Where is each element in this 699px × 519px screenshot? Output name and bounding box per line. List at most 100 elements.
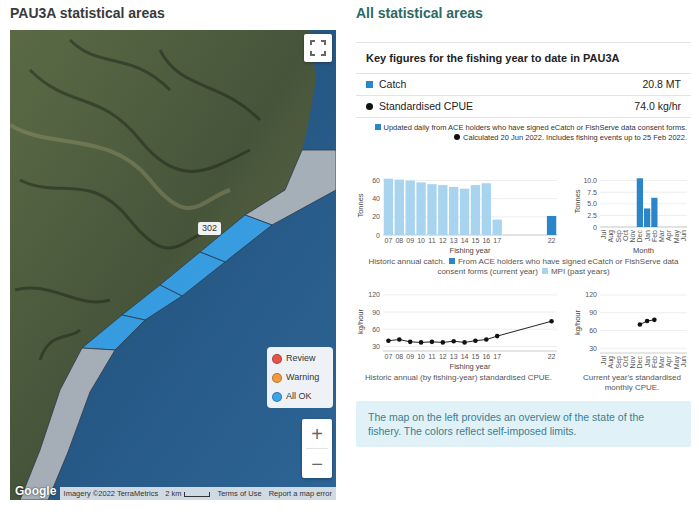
x-tick-label: Oct [622, 230, 629, 241]
legend-item: Warning [272, 372, 328, 383]
scale-text: 2 km [165, 489, 181, 498]
data-point[interactable] [430, 340, 435, 345]
bar[interactable] [651, 198, 657, 227]
data-point[interactable] [397, 337, 402, 342]
key-figure-row: Catch20.8 MT [356, 74, 691, 96]
caption-legend-text: MPI (past years) [551, 267, 610, 276]
chart: 306090120kg/hourJulAugSepOctNovDecJanFeb… [573, 287, 691, 371]
data-point[interactable] [408, 340, 413, 345]
attribution-bar: Imagery ©2022 TerraMetrics 2 km Terms of… [60, 487, 336, 500]
y-tick-label: 120 [368, 291, 380, 298]
legend-item: All OK [272, 391, 328, 402]
chart-box: 0204060Tonnes070809101112131415161722Fis… [356, 171, 561, 255]
data-point[interactable] [645, 319, 650, 324]
y-tick-label: 60 [372, 177, 380, 184]
chart-caption: Historic annual catch.From ACE holders w… [356, 255, 691, 277]
y-tick-label: 120 [585, 291, 597, 298]
data-point[interactable] [484, 337, 489, 342]
bar[interactable] [493, 220, 502, 235]
bar[interactable] [406, 181, 415, 235]
bar[interactable] [438, 185, 447, 235]
bar[interactable] [416, 182, 425, 235]
zoom-control: + − [302, 419, 332, 478]
bar[interactable] [395, 180, 404, 235]
x-tick-label: 09 [406, 237, 414, 244]
scale[interactable]: 2 km [165, 489, 210, 498]
bar[interactable] [460, 189, 469, 235]
data-point[interactable] [419, 340, 424, 345]
y-axis-label: Tonnes [356, 193, 365, 217]
x-tick-label: 08 [395, 237, 403, 244]
grid-line [383, 329, 557, 330]
y-tick-label: 7.5 [587, 189, 597, 196]
x-tick-label: 16 [482, 237, 490, 244]
google-logo[interactable]: Google [15, 484, 56, 498]
data-point[interactable] [473, 338, 478, 343]
ridge [160, 50, 260, 120]
map-canvas[interactable] [10, 30, 336, 500]
map[interactable]: 302 ReviewWarningAll OK + − Google Image… [10, 30, 336, 500]
data-point[interactable] [462, 340, 467, 345]
statistical-area[interactable] [20, 348, 115, 500]
bar[interactable] [449, 187, 458, 235]
bar[interactable] [427, 184, 436, 235]
data-point[interactable] [638, 322, 643, 327]
x-tick-label: 13 [450, 237, 458, 244]
x-axis [383, 351, 557, 352]
bar[interactable] [471, 185, 480, 235]
fullscreen-button[interactable] [304, 34, 332, 62]
statistical-area[interactable] [245, 150, 336, 225]
note-text: Calculated 20 Jun 2022. Includes fishing… [463, 133, 687, 142]
sea [10, 30, 336, 500]
y-tick-label: 20 [372, 213, 380, 220]
chart: 02.55.07.510.0TonnesJulAugSepOctNovDecJa… [573, 171, 691, 255]
zoom-in-button[interactable]: + [302, 419, 332, 448]
notes: Updated daily from ACE holders who have … [356, 118, 691, 143]
chart-row-charts: 306090120kg/hour070809101112131415161722… [356, 287, 691, 393]
data-point[interactable] [386, 338, 391, 343]
zoom-out-button[interactable]: − [302, 449, 332, 478]
x-axis-label: Month [633, 246, 654, 255]
report-link[interactable]: Report a map error [269, 489, 332, 498]
data-point[interactable] [549, 319, 554, 324]
bar[interactable] [644, 208, 650, 227]
legend-item: Review [272, 353, 328, 364]
note-text: Updated daily from ACE holders who have … [384, 123, 688, 132]
x-tick-label: 07 [385, 353, 393, 360]
data-point[interactable] [652, 318, 657, 323]
y-tick-label: 0 [593, 224, 597, 231]
x-axis [600, 227, 687, 228]
bar[interactable] [384, 179, 393, 235]
charts: 0204060Tonnes070809101112131415161722Fis… [356, 171, 691, 393]
data-point[interactable] [451, 339, 456, 344]
x-tick-label: 11 [428, 237, 435, 244]
statistical-area[interactable] [122, 285, 182, 320]
terms-link[interactable]: Terms of Use [217, 489, 261, 498]
x-tick-label: Jun [680, 356, 687, 367]
x-tick-label: Nov [629, 230, 636, 243]
chart-box: 02.55.07.510.0TonnesJulAugSepOctNovDecJa… [573, 171, 691, 255]
figure-label: Catch [379, 78, 406, 91]
grid-line [600, 180, 687, 181]
statistical-area[interactable] [82, 315, 145, 350]
ridge [40, 330, 80, 360]
imagery-credit: Imagery ©2022 TerraMetrics [64, 489, 159, 498]
legend-label: Review [286, 353, 316, 364]
x-axis-label: Fishing year [450, 246, 491, 255]
y-tick-label: 60 [589, 327, 597, 334]
series-line [497, 321, 551, 336]
y-axis-label: Tonnes [573, 189, 582, 213]
data-point[interactable] [441, 340, 446, 345]
x-tick-label: 17 [493, 237, 501, 244]
dot-icon [366, 103, 373, 110]
bar[interactable] [637, 178, 643, 227]
data-point[interactable] [495, 334, 500, 339]
bar[interactable] [482, 183, 491, 235]
statistical-area[interactable] [160, 252, 225, 296]
map-panel: PAU3A statistical areas 302 ReviewWarnin… [10, 5, 336, 500]
bar[interactable] [547, 216, 556, 235]
x-tick-label: 12 [439, 353, 447, 360]
ridge [20, 180, 210, 248]
grid-line [383, 346, 557, 347]
figure-label-group: Catch [366, 78, 406, 91]
